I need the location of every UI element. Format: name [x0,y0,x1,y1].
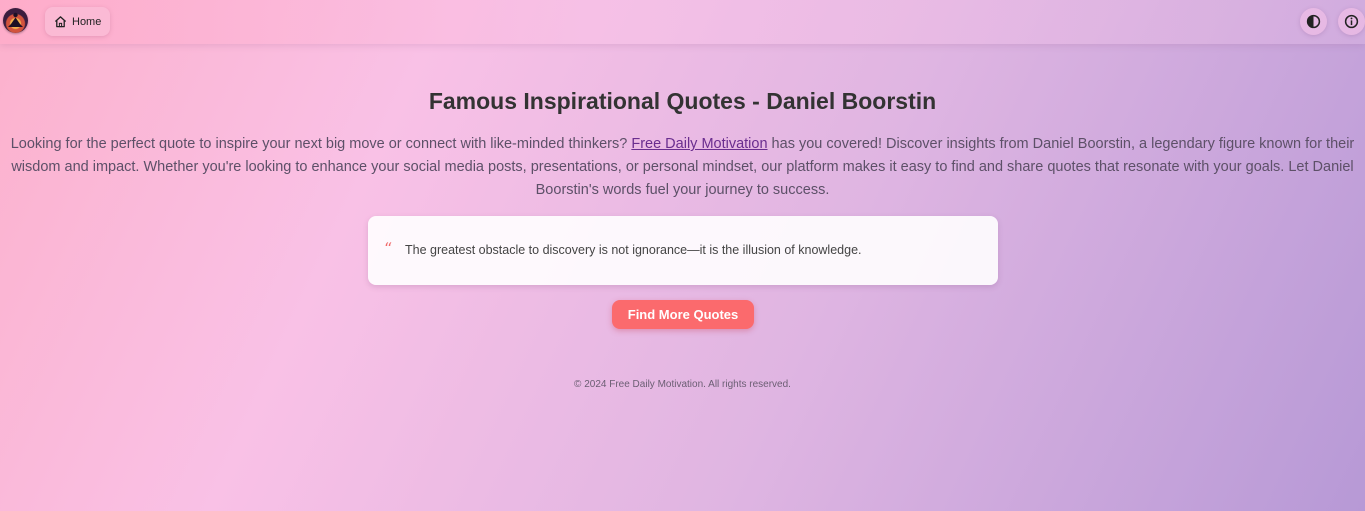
top-navbar: Home [0,0,1365,44]
footer-copyright: © 2024 Free Daily Motivation. All rights… [574,379,791,390]
intro-paragraph: Looking for the perfect quote to inspire… [10,133,1355,202]
home-label: Home [72,15,102,28]
contrast-icon [1306,14,1321,29]
info-button[interactable] [1338,8,1365,35]
home-icon [54,16,67,28]
site-logo[interactable] [3,8,28,33]
quote-mark-icon: “ [384,239,393,258]
quote-text: The greatest obstacle to discovery is no… [405,243,862,257]
quote-card: “ The greatest obstacle to discovery is … [368,216,998,285]
find-more-quotes-button[interactable]: Find More Quotes [612,300,754,329]
intro-text-start: Looking for the perfect quote to inspire… [10,136,632,152]
home-button[interactable]: Home [45,7,111,36]
info-icon [1344,14,1359,29]
meditating-figure-icon [8,12,23,27]
free-daily-motivation-link[interactable]: Free Daily Motivation [631,136,767,152]
page-title: Famous Inspirational Quotes - Daniel Boo… [428,88,937,114]
theme-toggle-button[interactable] [1300,8,1327,35]
